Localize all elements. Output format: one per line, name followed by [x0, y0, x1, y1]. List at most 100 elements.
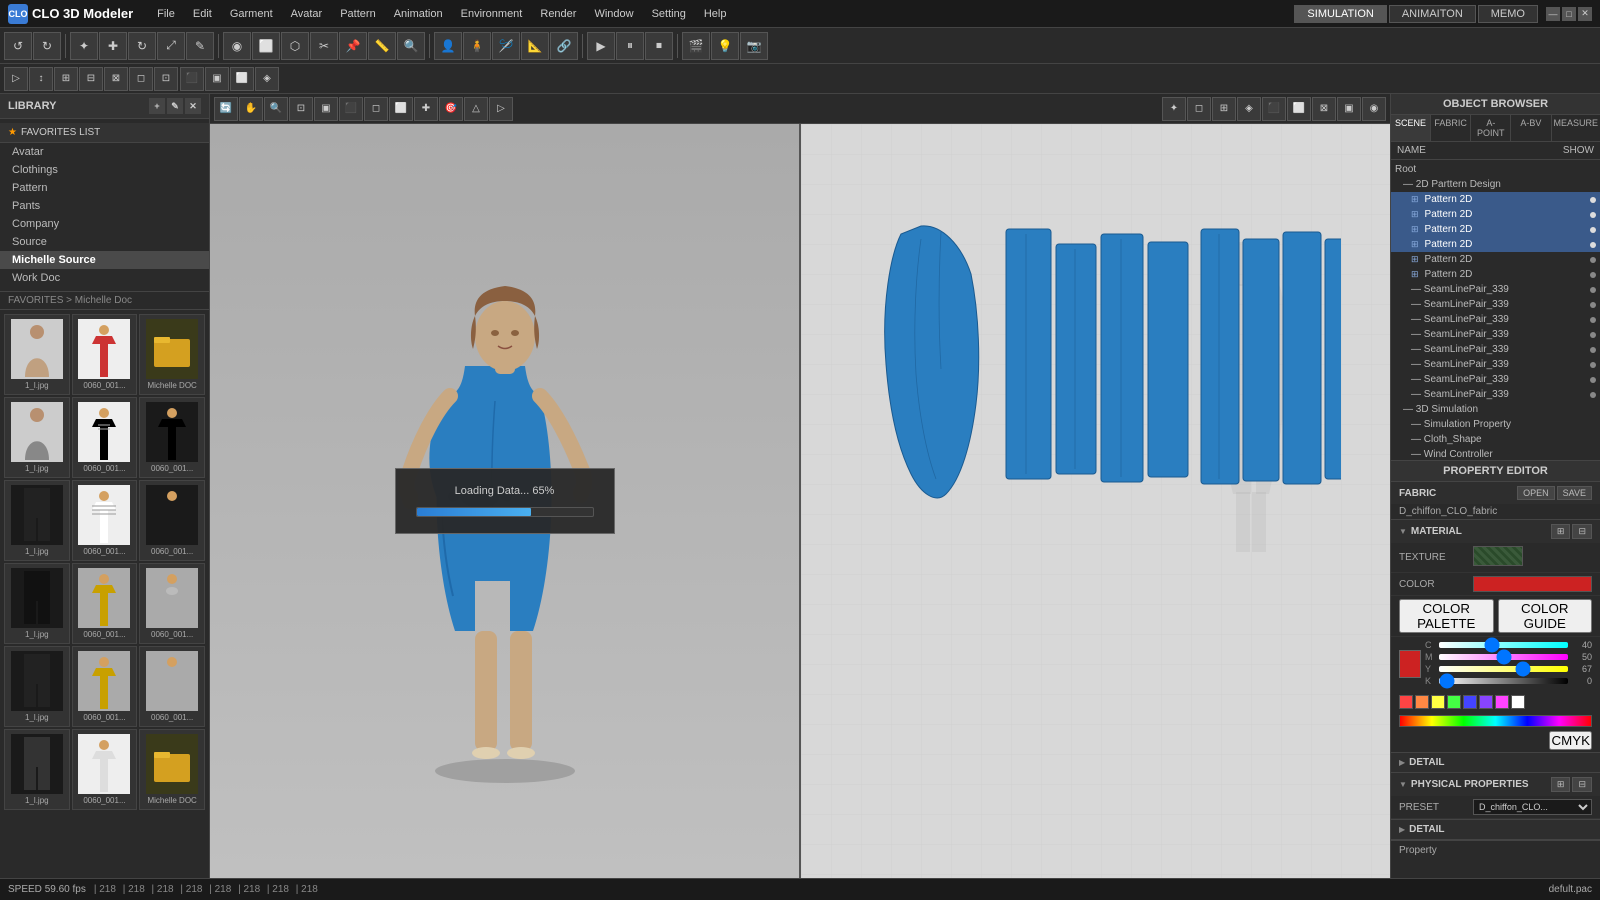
detail2-header[interactable]: ▶ DETAIL: [1391, 820, 1600, 839]
vp-tool-a[interactable]: ▣: [314, 97, 338, 121]
tree-3d-sim[interactable]: — 3D Simulation: [1391, 402, 1600, 417]
cyan-slider[interactable]: [1439, 642, 1568, 648]
fabric-open-button[interactable]: OPEN: [1517, 486, 1555, 500]
list-item[interactable]: Michelle DOC: [139, 314, 205, 395]
nav-pattern[interactable]: Pattern: [0, 179, 209, 197]
tool2-i[interactable]: ◈: [255, 67, 279, 91]
tab-simulation[interactable]: SIMULATION: [1294, 5, 1386, 23]
tool2-a[interactable]: ⊞: [54, 67, 78, 91]
tab-measure[interactable]: MEASURE: [1552, 115, 1600, 141]
list-item[interactable]: 1_l.jpg: [4, 480, 70, 561]
list-item[interactable]: 1_l.jpg: [4, 314, 70, 395]
tool-sim2[interactable]: ⏸: [616, 32, 644, 60]
black-slider[interactable]: [1439, 678, 1568, 684]
list-item[interactable]: 0060_001...: [72, 397, 138, 478]
tree-seamline-4[interactable]: — SeamLinePair_339: [1391, 327, 1600, 342]
menu-window[interactable]: Window: [586, 6, 641, 22]
lib-icon-add[interactable]: +: [149, 98, 165, 114]
tool-scale[interactable]: ⤢: [157, 32, 185, 60]
list-item[interactable]: 0060_001...: [139, 646, 205, 727]
vp-tool-fit[interactable]: ⊡: [289, 97, 313, 121]
tool-undo[interactable]: ↺: [4, 32, 32, 60]
tool-rotate[interactable]: ↻: [128, 32, 156, 60]
tool2-select[interactable]: ▷: [4, 67, 28, 91]
detail-header[interactable]: ▶ DETAIL: [1391, 753, 1600, 772]
vp-tool-pan[interactable]: ✋: [239, 97, 263, 121]
tree-2d-design[interactable]: — 2D Parttern Design: [1391, 177, 1600, 192]
tool-move[interactable]: ✚: [99, 32, 127, 60]
cmyk-button[interactable]: CMYK: [1549, 731, 1592, 750]
vp2-tool-g[interactable]: ⊠: [1312, 97, 1336, 121]
vp-tool-sim-play[interactable]: ▷: [489, 97, 513, 121]
list-item[interactable]: 0060_001...: [139, 480, 205, 561]
list-item[interactable]: 0060_001...: [139, 563, 205, 644]
vp-tool-f[interactable]: 🎯: [439, 97, 463, 121]
tree-pattern2d-3[interactable]: ⊞Pattern 2D: [1391, 222, 1600, 237]
menu-setting[interactable]: Setting: [644, 6, 694, 22]
list-item[interactable]: 0060_001...: [72, 480, 138, 561]
tool2-b[interactable]: ⊟: [79, 67, 103, 91]
menu-help[interactable]: Help: [696, 6, 735, 22]
vp-tool-c[interactable]: ◻: [364, 97, 388, 121]
lib-icon-edit[interactable]: ✎: [167, 98, 183, 114]
fabric-section-header[interactable]: FABRIC OPEN SAVE: [1391, 482, 1600, 504]
nav-clothings[interactable]: Clothings: [0, 161, 209, 179]
vp-tool-e[interactable]: ✚: [414, 97, 438, 121]
tab-animation[interactable]: ANIMAITON: [1389, 5, 1476, 23]
list-item[interactable]: 1_l.jpg: [4, 563, 70, 644]
menu-pattern[interactable]: Pattern: [332, 6, 383, 22]
menu-edit[interactable]: Edit: [185, 6, 220, 22]
vp-tool-b[interactable]: ⬛: [339, 97, 363, 121]
palette-color-orange[interactable]: [1415, 695, 1429, 709]
vp2-tool-f[interactable]: ⬜: [1287, 97, 1311, 121]
material-section-header[interactable]: ▼ MATERIAL ⊞ ⊟: [1391, 520, 1600, 543]
tool-light[interactable]: 💡: [711, 32, 739, 60]
vp-tool-zoom[interactable]: 🔍: [264, 97, 288, 121]
vp2-tool-i[interactable]: ◉: [1362, 97, 1386, 121]
list-item[interactable]: 0060_001...: [72, 646, 138, 727]
tool-pin[interactable]: 📌: [339, 32, 367, 60]
menu-environment[interactable]: Environment: [453, 6, 531, 22]
tool2-e[interactable]: ⊡: [154, 67, 178, 91]
list-item[interactable]: 0060_001...: [139, 397, 205, 478]
viewport-2d[interactable]: [799, 124, 1390, 878]
nav-pants[interactable]: Pants: [0, 197, 209, 215]
tab-apoint[interactable]: A-POINT: [1471, 115, 1511, 141]
tab-fabric[interactable]: FABRIC: [1431, 115, 1471, 141]
vp2-tool-c[interactable]: ⊞: [1212, 97, 1236, 121]
nav-michelle-source[interactable]: Michelle Source: [0, 251, 209, 269]
list-item[interactable]: 1_l.jpg: [4, 397, 70, 478]
palette-color-blue[interactable]: [1463, 695, 1477, 709]
list-item[interactable]: 1_l.jpg: [4, 646, 70, 727]
menu-avatar[interactable]: Avatar: [283, 6, 331, 22]
physical-header[interactable]: ▼ PHYSICAL PROPERTIES ⊞ ⊟: [1391, 773, 1600, 796]
tool-sim[interactable]: ▶: [587, 32, 615, 60]
gradient-bar[interactable]: [1399, 715, 1592, 727]
tool2-g[interactable]: ▣: [205, 67, 229, 91]
tool-render[interactable]: 🎬: [682, 32, 710, 60]
vp2-tool-e[interactable]: ⬛: [1262, 97, 1286, 121]
tool-sew[interactable]: 🪡: [492, 32, 520, 60]
yellow-slider[interactable]: [1439, 666, 1568, 672]
physical-collapse-button[interactable]: ⊟: [1572, 777, 1592, 792]
minimize-button[interactable]: —: [1546, 7, 1560, 21]
tree-pattern2d-2[interactable]: ⊞Pattern 2D: [1391, 207, 1600, 222]
magenta-slider[interactable]: [1439, 654, 1568, 660]
tool-attach[interactable]: 🔗: [550, 32, 578, 60]
tool-reset[interactable]: ⏹: [645, 32, 673, 60]
tree-cloth-shape[interactable]: — Cloth_Shape: [1391, 432, 1600, 447]
color-swatch[interactable]: [1399, 650, 1421, 678]
nav-company[interactable]: Company: [0, 215, 209, 233]
palette-color-pink[interactable]: [1495, 695, 1509, 709]
tool-pose[interactable]: 🧍: [463, 32, 491, 60]
material-collapse-button[interactable]: ⊟: [1572, 524, 1592, 539]
tool-fold[interactable]: 📐: [521, 32, 549, 60]
preset-select[interactable]: D_chiffon_CLO...: [1473, 799, 1592, 815]
list-item[interactable]: 0060_001...: [72, 314, 138, 395]
tree-pattern2d-6[interactable]: ⊞Pattern 2D: [1391, 267, 1600, 282]
menu-animation[interactable]: Animation: [386, 6, 451, 22]
tree-seamline-1[interactable]: — SeamLinePair_339: [1391, 282, 1600, 297]
tree-seamline-8[interactable]: — SeamLinePair_339: [1391, 387, 1600, 402]
vp-tool-rotate[interactable]: 🔄: [214, 97, 238, 121]
tree-seamline-6[interactable]: — SeamLinePair_339: [1391, 357, 1600, 372]
